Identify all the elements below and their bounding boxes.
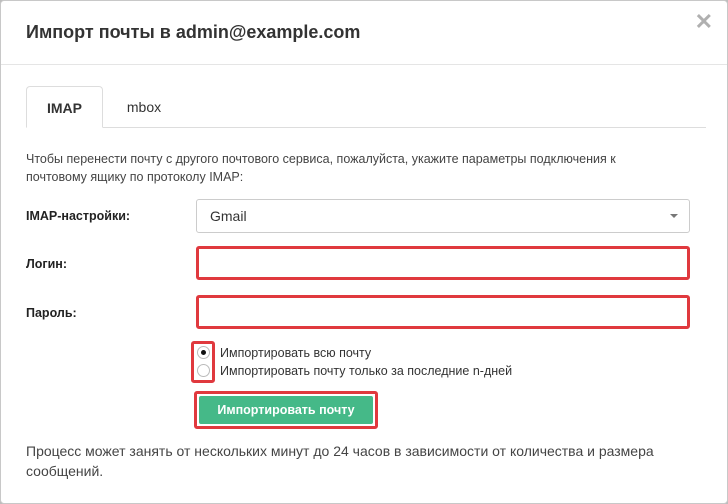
close-icon[interactable]: ✕	[695, 11, 713, 33]
login-input[interactable]	[196, 246, 690, 280]
tab-bar: IMAP mbox	[26, 86, 706, 128]
radio-import-all[interactable]	[197, 346, 210, 359]
imap-settings-label: IMAP-настройки:	[26, 209, 131, 223]
duration-note: Процесс может занять от нескольких минут…	[26, 443, 654, 479]
import-mail-button[interactable]: Импортировать почту	[199, 396, 373, 424]
password-label: Пароль:	[26, 306, 77, 320]
dialog-header: Импорт почты в admin@example.com ✕	[1, 1, 727, 65]
radio-import-n-days-label: Импортировать почту только за последние …	[220, 364, 513, 378]
import-mail-dialog: Импорт почты в admin@example.com ✕ IMAP …	[0, 0, 728, 504]
dialog-title: Импорт почты в admin@example.com	[26, 22, 361, 42]
password-input[interactable]	[196, 295, 690, 329]
login-label: Логин:	[26, 257, 68, 271]
radio-import-n-days[interactable]	[197, 364, 210, 377]
caret-down-icon	[670, 214, 678, 218]
imap-settings-value: Gmail	[210, 208, 247, 224]
imap-settings-select[interactable]: Gmail	[196, 199, 690, 233]
tab-imap[interactable]: IMAP	[26, 86, 103, 128]
radio-import-all-label: Импортировать всю почту	[220, 346, 372, 360]
imap-description: Чтобы перенести почту с другого почтовог…	[26, 152, 616, 184]
tab-mbox[interactable]: mbox	[114, 86, 174, 128]
submit-highlight: Импортировать почту	[194, 391, 378, 429]
